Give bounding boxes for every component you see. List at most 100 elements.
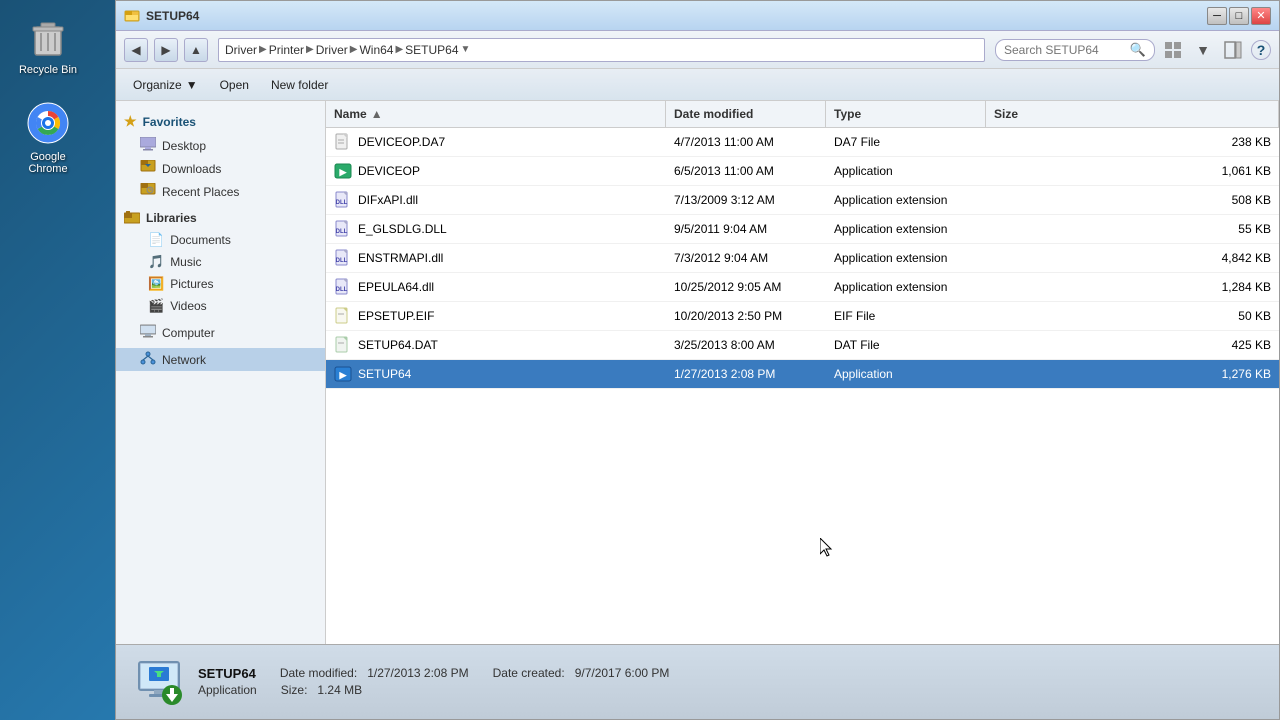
file-type-cell: DA7 File: [826, 130, 986, 154]
table-row[interactable]: ▶ DEVICEOP 6/5/2013 11:00 AM Application…: [326, 157, 1279, 186]
address-bar[interactable]: Driver ▶ Printer ▶ Driver ▶ Win64 ▶ SETU…: [218, 38, 985, 62]
table-row[interactable]: DEVICEOP.DA7 4/7/2013 11:00 AM DA7 File …: [326, 128, 1279, 157]
file-name: SETUP64.DAT: [358, 338, 438, 352]
recycle-bin-icon[interactable]: Recycle Bin: [8, 8, 88, 80]
up-button[interactable]: ▲: [184, 38, 208, 62]
file-name-cell: DLL DIFxAPI.dll: [326, 186, 666, 214]
organize-button[interactable]: Organize ▼: [124, 74, 207, 96]
file-date-cell: 3/25/2013 8:00 AM: [666, 333, 826, 357]
table-row[interactable]: DLL EPEULA64.dll 10/25/2012 9:05 AM Appl…: [326, 273, 1279, 302]
file-size-cell: 508 KB: [986, 188, 1279, 212]
breadcrumb-driver1: Driver: [225, 43, 257, 57]
table-row[interactable]: DLL ENSTRMAPI.dll 7/3/2012 9:04 AM Appli…: [326, 244, 1279, 273]
file-size-cell: 425 KB: [986, 333, 1279, 357]
table-row[interactable]: EPSETUP.EIF 10/20/2013 2:50 PM EIF File …: [326, 302, 1279, 331]
google-chrome-label: Google Chrome: [12, 151, 84, 175]
sidebar-computer-label: Computer: [162, 326, 215, 340]
file-name-cell: DLL E_GLSDLG.DLL: [326, 215, 666, 243]
breadcrumb-printer: Printer: [269, 43, 304, 57]
sidebar-item-documents[interactable]: 📄 Documents: [116, 229, 325, 251]
sidebar-pictures-label: Pictures: [170, 277, 213, 291]
sidebar-item-desktop[interactable]: Desktop: [116, 134, 325, 157]
help-button[interactable]: ?: [1251, 40, 1271, 60]
sidebar-item-computer[interactable]: Computer: [116, 321, 325, 344]
search-icon: 🔍: [1130, 42, 1146, 58]
sidebar-downloads-label: Downloads: [162, 162, 221, 176]
sidebar-item-recent-places[interactable]: Recent Places: [116, 180, 325, 203]
file-size-cell: 4,842 KB: [986, 246, 1279, 270]
new-folder-label: New folder: [271, 78, 328, 92]
file-date-cell: 10/25/2012 9:05 AM: [666, 275, 826, 299]
sidebar-item-pictures[interactable]: 🖼️ Pictures: [116, 273, 325, 295]
file-date-cell: 7/3/2012 9:04 AM: [666, 246, 826, 270]
file-type-cell: DAT File: [826, 333, 986, 357]
svg-text:▶: ▶: [339, 167, 348, 177]
action-bar: Organize ▼ Open New folder: [116, 69, 1279, 101]
search-container[interactable]: 🔍: [995, 39, 1155, 61]
maximize-button[interactable]: □: [1229, 7, 1249, 25]
file-name: DEVICEOP: [358, 164, 420, 178]
file-name: DIFxAPI.dll: [358, 193, 418, 207]
table-row[interactable]: DLL E_GLSDLG.DLL 9/5/2011 9:04 AM Applic…: [326, 215, 1279, 244]
status-bar: SETUP64 Date modified: 1/27/2013 2:08 PM…: [116, 644, 1279, 719]
status-filename: SETUP64: [198, 666, 256, 681]
libraries-section: Libraries 📄 Documents 🎵 Music 🖼️ Picture…: [116, 207, 325, 317]
file-type-icon: ▶: [334, 365, 352, 383]
column-headers: Name ▲ Date modified Type Size: [326, 101, 1279, 128]
sidebar-item-music[interactable]: 🎵 Music: [116, 251, 325, 273]
forward-button[interactable]: ▶: [154, 38, 178, 62]
file-name: EPSETUP.EIF: [358, 309, 434, 323]
table-row[interactable]: ▶ SETUP64 1/27/2013 2:08 PM Application …: [326, 360, 1279, 389]
table-row[interactable]: SETUP64.DAT 3/25/2013 8:00 AM DAT File 4…: [326, 331, 1279, 360]
col-header-date[interactable]: Date modified: [666, 101, 826, 127]
favorites-section: ★ Favorites Desktop: [116, 109, 325, 203]
file-size-cell: 1,284 KB: [986, 275, 1279, 299]
libraries-header[interactable]: Libraries: [116, 207, 325, 229]
minimize-button[interactable]: ─: [1207, 7, 1227, 25]
open-label: Open: [220, 78, 249, 92]
col-header-name[interactable]: Name ▲: [326, 101, 666, 127]
file-name-cell: DLL ENSTRMAPI.dll: [326, 244, 666, 272]
google-chrome-image: [24, 99, 72, 147]
file-size-cell: 1,061 KB: [986, 159, 1279, 183]
sidebar-item-downloads[interactable]: Downloads: [116, 157, 325, 180]
view-options-button[interactable]: [1161, 38, 1185, 62]
documents-icon: 📄: [148, 232, 164, 248]
file-name-cell: ▶ SETUP64: [326, 360, 666, 388]
status-details: SETUP64 Date modified: 1/27/2013 2:08 PM…: [198, 666, 1263, 699]
file-date-cell: 4/7/2013 11:00 AM: [666, 130, 826, 154]
sidebar-item-network[interactable]: Network: [116, 348, 325, 371]
favorites-header[interactable]: ★ Favorites: [116, 109, 325, 134]
file-type-cell: Application extension: [826, 246, 986, 270]
file-name: ENSTRMAPI.dll: [358, 251, 443, 265]
svg-text:▶: ▶: [339, 370, 348, 380]
google-chrome-icon[interactable]: Google Chrome: [8, 95, 88, 179]
new-folder-button[interactable]: New folder: [262, 74, 337, 96]
file-date-cell: 1/27/2013 2:08 PM: [666, 362, 826, 386]
network-section: Network: [116, 348, 325, 371]
sidebar-item-videos[interactable]: 🎬 Videos: [116, 295, 325, 317]
search-input[interactable]: [1004, 43, 1130, 57]
open-button[interactable]: Open: [211, 74, 258, 96]
file-name-cell: DLL EPEULA64.dll: [326, 273, 666, 301]
file-name-cell: EPSETUP.EIF: [326, 302, 666, 330]
breadcrumb-setup64: SETUP64: [405, 43, 458, 57]
file-name-cell: ▶ DEVICEOP: [326, 157, 666, 185]
view-dropdown-button[interactable]: ▼: [1191, 38, 1215, 62]
file-area: Name ▲ Date modified Type Size: [326, 101, 1279, 644]
sidebar-documents-label: Documents: [170, 233, 231, 247]
file-type-cell: Application extension: [826, 217, 986, 241]
breadcrumb-driver2: Driver: [316, 43, 348, 57]
back-button[interactable]: ◀: [124, 38, 148, 62]
title-bar: SETUP64 ─ □ ✕: [116, 1, 1279, 31]
col-header-type[interactable]: Type: [826, 101, 986, 127]
file-size-cell: 1,276 KB: [986, 362, 1279, 386]
preview-pane-button[interactable]: [1221, 38, 1245, 62]
table-row[interactable]: DLL DIFxAPI.dll 7/13/2009 3:12 AM Applic…: [326, 186, 1279, 215]
status-date-modified: Date modified: 1/27/2013 2:08 PM: [280, 666, 469, 681]
col-header-size[interactable]: Size: [986, 101, 1279, 127]
svg-text:DLL: DLL: [336, 287, 348, 293]
close-button[interactable]: ✕: [1251, 7, 1271, 25]
recycle-bin-label: Recycle Bin: [19, 64, 77, 76]
file-type-icon: DLL: [334, 249, 352, 267]
